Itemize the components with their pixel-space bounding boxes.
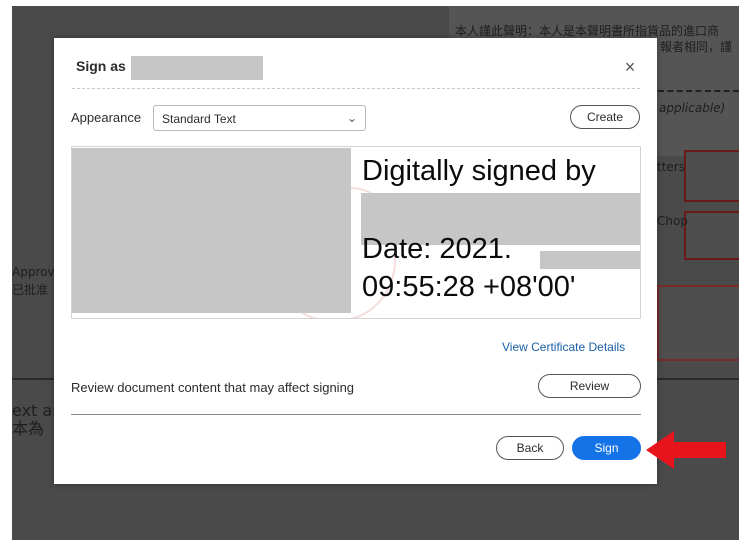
appearance-select[interactable]: Standard Text ⌄ <box>153 105 366 131</box>
doc-text-letters: tters <box>657 160 685 174</box>
signature-line-2: Date: 2021. <box>362 233 512 265</box>
redacted-date <box>540 251 640 269</box>
title-separator <box>72 88 640 89</box>
doc-text-2: 報者相同，謹 <box>660 40 733 54</box>
doc-box-2 <box>684 211 739 260</box>
doc-box-1 <box>684 150 739 202</box>
review-button[interactable]: Review <box>538 374 641 398</box>
doc-text-applicable: applicable) <box>659 101 726 115</box>
doc-box-3 <box>657 285 739 361</box>
redacted-signer-name <box>131 56 263 80</box>
doc-text-approv: Approv <box>12 265 55 279</box>
view-certificate-link[interactable]: View Certificate Details <box>502 340 625 354</box>
appearance-label: Appearance <box>71 110 142 125</box>
arrow-shape <box>646 431 726 469</box>
sign-button[interactable]: Sign <box>572 436 641 460</box>
doc-text-chop: Chop <box>657 214 688 228</box>
sign-dialog: Sign as × Appearance Standard Text ⌄ Cre… <box>54 38 657 484</box>
dialog-title: Sign as <box>76 58 126 74</box>
signature-line-1: Digitally signed by <box>362 155 596 187</box>
signature-preview: Digitally signed by Date: 2021. 09:55:28… <box>71 146 641 319</box>
doc-text-ext: ext ar <box>12 401 59 420</box>
doc-text-ext-cn: 本為 <box>12 419 45 438</box>
signature-line-3: 09:55:28 +08'00' <box>362 271 576 303</box>
review-prompt: Review document content that may affect … <box>71 380 355 395</box>
red-arrow-annotation <box>646 431 726 469</box>
doc-text-1: 本人謹此聲明：本人是本聲明書所指貨品的進口商 <box>455 24 720 38</box>
chevron-down-icon: ⌄ <box>346 111 357 125</box>
doc-text-approv-cn: 已批准 <box>12 283 49 297</box>
appearance-value: Standard Text <box>162 112 236 126</box>
doc-dash <box>658 90 739 94</box>
redacted-signature-image <box>72 148 351 313</box>
footer-separator <box>71 414 641 415</box>
back-button[interactable]: Back <box>496 436 564 460</box>
create-button[interactable]: Create <box>570 105 640 129</box>
close-icon[interactable]: × <box>619 56 641 78</box>
